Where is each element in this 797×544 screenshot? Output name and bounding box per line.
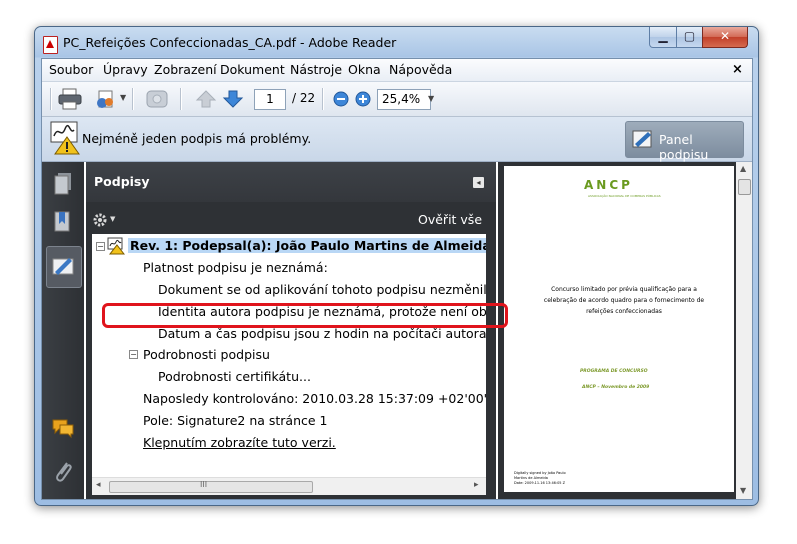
menu-document[interactable]: Dokument: [220, 62, 285, 77]
menu-view[interactable]: Zobrazení: [154, 62, 217, 77]
ancp-logo-subtitle: ASSOCIAÇÃO NACIONAL DE COMPRAS PÚBLICAS: [588, 194, 661, 198]
document-body-text: Concurso limitado por prévia qualificaçã…: [543, 286, 705, 315]
scrollbar-grip: III: [200, 480, 208, 489]
tree-item-last-checked: Naposledy kontrolováno: 2010.03.28 15:37…: [143, 391, 486, 406]
signatures-tab-selected[interactable]: [46, 246, 82, 288]
close-document-button[interactable]: ×: [732, 62, 743, 77]
collapse-toggle-icon[interactable]: −: [129, 350, 138, 359]
pdf-page[interactable]: ANCP ASSOCIAÇÃO NACIONAL DE COMPRAS PÚBL…: [504, 166, 734, 492]
toolbar-grip: [50, 88, 52, 110]
toolbar-separator: [180, 88, 182, 110]
scroll-left-icon[interactable]: ◂: [96, 480, 101, 490]
document-view[interactable]: ANCP ASSOCIAÇÃO NACIONAL DE COMPRAS PÚBL…: [498, 162, 752, 499]
signature-warning-icon: [50, 121, 80, 155]
horizontal-scrollbar[interactable]: ◂ III ▸: [92, 477, 486, 495]
client-area: Soubor Úpravy Zobrazení Dokument Nástroj…: [41, 58, 753, 500]
scrollbar-thumb[interactable]: [738, 179, 751, 195]
signatures-panel-header: Podpisy ◂: [86, 162, 496, 202]
tree-item-field: Pole: Signature2 na stránce 1: [143, 413, 328, 428]
menu-tools[interactable]: Nástroje: [290, 62, 342, 77]
window-title: PC_Refeições Confeccionadas_CA.pdf - Ado…: [63, 35, 397, 50]
share-review-icon[interactable]: [94, 88, 118, 110]
print-icon[interactable]: [58, 88, 82, 110]
page-number-input[interactable]: 1: [254, 89, 286, 110]
signature-pen-icon: [632, 130, 652, 148]
document-date: ANCP – Novembro de 2009: [582, 385, 650, 390]
tree-item-revision[interactable]: Rev. 1: Podepsal(a): João Paulo Martins …: [128, 238, 486, 253]
document-program-heading: PROGRAMA DE CONCURSO: [580, 369, 648, 374]
tree-item-signature-details[interactable]: Podrobnosti podpisu: [143, 347, 270, 362]
ancp-logo: ANCP: [584, 178, 633, 192]
app-window: PC_Refeições Confeccionadas_CA.pdf - Ado…: [34, 26, 759, 506]
digital-signature-stamp: Digitally signed by João Paulo Martins d…: [514, 471, 566, 486]
next-page-icon[interactable]: [222, 89, 244, 109]
toolbar-separator: [132, 88, 134, 110]
previous-page-icon[interactable]: [195, 89, 217, 109]
scrollbar-thumb[interactable]: III: [109, 480, 313, 493]
signature-tree: − Rev. 1: Podepsal(a): João Paulo Martin…: [92, 234, 486, 477]
signature-notice-bar: Nejméně jeden podpis má problémy. Panel …: [42, 117, 752, 162]
signatures-panel-title: Podpisy: [94, 174, 150, 189]
attachments-icon[interactable]: [53, 459, 73, 485]
menu-help[interactable]: Nápověda: [389, 62, 452, 77]
signature-panel-button[interactable]: Panel podpisu: [625, 121, 744, 162]
collapse-panel-icon[interactable]: ◂: [473, 177, 484, 188]
menu-bar: Soubor Úpravy Zobrazení Dokument Nástroj…: [42, 59, 752, 82]
zoom-out-icon[interactable]: [333, 91, 349, 107]
signatures-icon: [52, 258, 74, 275]
collaborate-icon[interactable]: [145, 88, 169, 110]
toolbar: ▼ 1 / 22 25,4% ▼: [42, 82, 752, 117]
signature-warning-icon: [107, 237, 125, 255]
gear-icon[interactable]: [92, 212, 108, 228]
scroll-right-icon[interactable]: ▸: [474, 480, 479, 490]
menu-file[interactable]: Soubor: [49, 62, 93, 77]
zoom-in-icon[interactable]: [355, 91, 371, 107]
tree-item-signing-time[interactable]: Datum a čas podpisu jsou z hodin na počí…: [158, 326, 486, 341]
page-total: / 22: [292, 91, 316, 105]
tree-item-unchanged[interactable]: Dokument se od aplikování tohoto podpisu…: [158, 282, 486, 297]
tree-item-validity[interactable]: Platnost podpisu je neznámá:: [143, 260, 328, 275]
menu-window[interactable]: Okna: [348, 62, 381, 77]
highlight-annotation: [102, 303, 508, 328]
pdf-app-icon: [43, 36, 58, 54]
maximize-button[interactable]: ▢: [676, 27, 703, 48]
bookmarks-icon[interactable]: [52, 210, 74, 234]
signature-notice-text: Nejméně jeden podpis má problémy.: [82, 131, 312, 146]
scroll-down-icon[interactable]: ▼: [740, 486, 746, 495]
comments-icon[interactable]: [51, 417, 75, 439]
view-version-link[interactable]: Klepnutím zobrazíte tuto verzi.: [143, 435, 336, 450]
signature-panel-label: Panel podpisu: [659, 132, 709, 162]
minimize-button[interactable]: ▁: [649, 27, 677, 48]
signature-line-3: Date: 2009.11.16 13:46:05 Z: [514, 481, 566, 485]
signatures-panel: Podpisy ◂ ▼ Ověřit vše − Rev. 1: Podepsa: [86, 162, 496, 499]
close-button[interactable]: ✕: [702, 27, 748, 48]
vertical-scrollbar[interactable]: ▲ ▼: [736, 162, 752, 499]
menu-edit[interactable]: Úpravy: [103, 62, 148, 77]
toolbar-separator: [322, 88, 324, 110]
options-dropdown-icon[interactable]: ▼: [110, 215, 115, 223]
pages-icon[interactable]: [52, 172, 74, 196]
tree-item-certificate-details[interactable]: Podrobnosti certifikátu...: [158, 369, 311, 384]
collapse-toggle-icon[interactable]: −: [96, 242, 105, 251]
zoom-level-input[interactable]: 25,4%: [377, 89, 431, 110]
title-bar[interactable]: PC_Refeições Confeccionadas_CA.pdf - Ado…: [35, 27, 758, 59]
navigation-pane: [42, 162, 84, 499]
verify-all-button[interactable]: Ověřit vše: [418, 212, 482, 227]
signatures-panel-tools: ▼ Ověřit vše: [86, 204, 496, 234]
chevron-down-icon[interactable]: ▼: [120, 93, 126, 102]
scroll-up-icon[interactable]: ▲: [740, 164, 746, 173]
zoom-dropdown-icon[interactable]: ▼: [428, 94, 434, 103]
